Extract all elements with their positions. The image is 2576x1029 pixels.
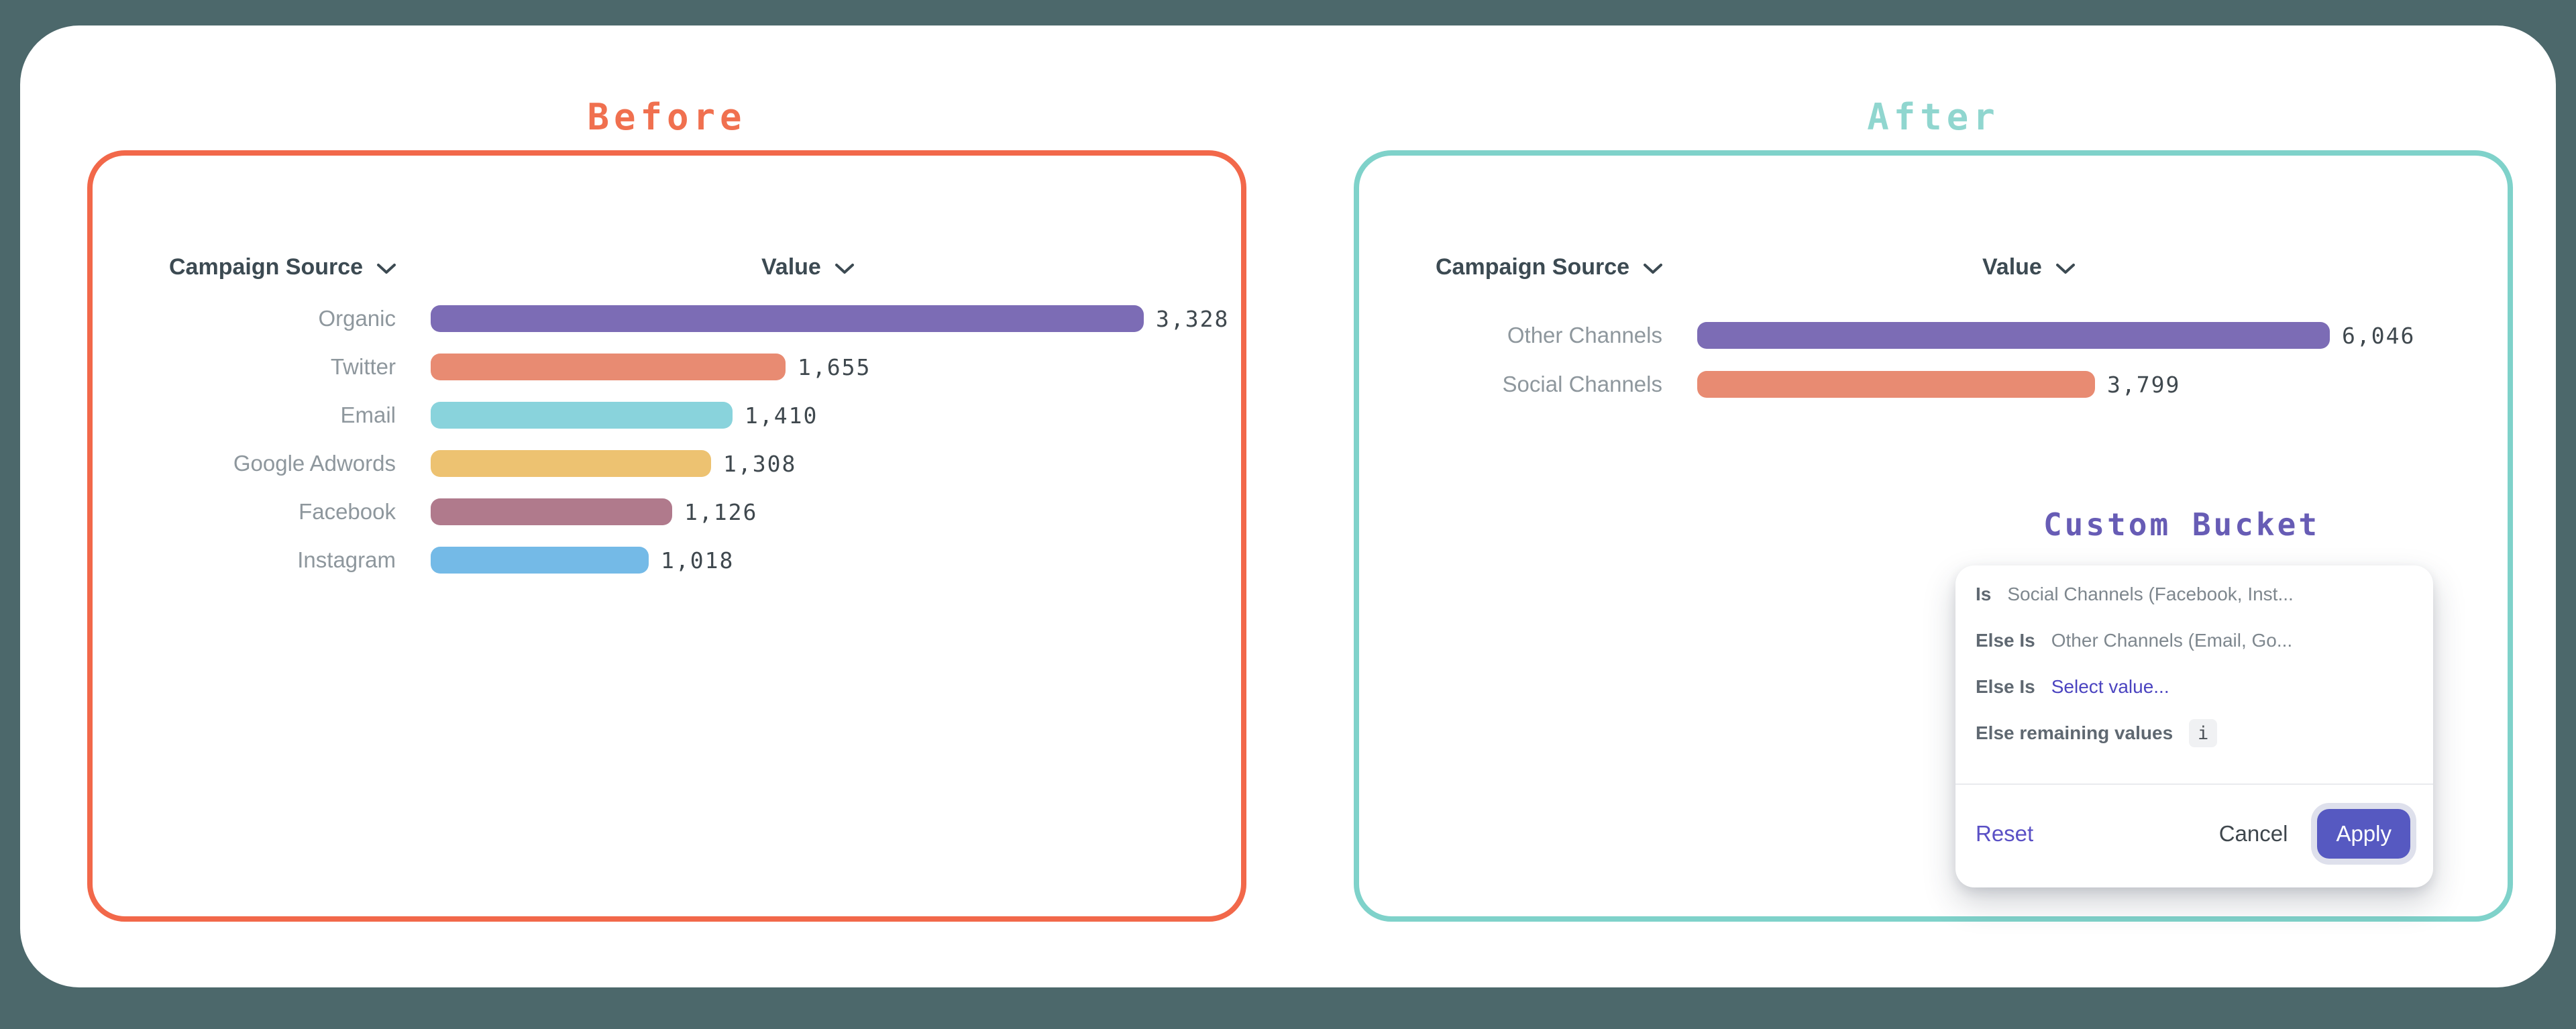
popup-footer: Reset Cancel Apply [1976, 800, 2418, 867]
chevron-down-icon [376, 263, 396, 275]
table-row: Other Channels 6,046 [1359, 311, 2508, 360]
chevron-down-icon [835, 263, 855, 275]
before-title: Before [87, 95, 1246, 140]
row-label: Email [93, 402, 396, 428]
row-label: Social Channels [1359, 372, 1662, 397]
custom-bucket-popup: Is Social Channels (Facebook, Inst... Else… [1955, 565, 2433, 887]
bucket-rule-row: Is Social Channels (Facebook, Inst... [1976, 579, 2416, 610]
cancel-button[interactable]: Cancel [2219, 821, 2288, 847]
custom-bucket-title: Custom Bucket [1980, 503, 2383, 546]
bar[interactable] [431, 402, 733, 429]
bar-value: 1,410 [745, 402, 818, 429]
after-panel: Campaign Source Value Other Channels 6,04… [1354, 150, 2513, 922]
row-label: Organic [93, 306, 396, 331]
popup-footer-divider [1955, 783, 2433, 785]
info-icon[interactable]: i [2189, 719, 2217, 747]
before-panel: Campaign Source Value Organic 3,328 Twitte… [87, 150, 1246, 922]
bar[interactable] [431, 498, 672, 525]
chevron-down-icon [1643, 263, 1663, 275]
bar-value: 1,655 [798, 354, 871, 380]
bar-value: 1,018 [661, 547, 734, 574]
bar[interactable] [1697, 371, 2095, 398]
bar-value: 6,046 [2342, 323, 2415, 349]
content-card: Before After Campaign Source Value Organ… [20, 25, 2556, 987]
bucket-rule-row: Else remaining values i [1976, 718, 2416, 749]
rule-value[interactable]: Other Channels (Email, Go... [2051, 630, 2292, 651]
comparison-screenshot: Before After Campaign Source Value Organ… [0, 0, 2576, 1029]
row-label: Google Adwords [93, 451, 396, 476]
before-dimension-header-label: Campaign Source [169, 251, 363, 283]
table-row: Email 1,410 [93, 391, 1241, 439]
bucket-rule-row: Else Is Other Channels (Email, Go... [1976, 625, 2416, 656]
rule-condition-label: Else remaining values [1976, 722, 2173, 744]
bar-value: 1,308 [723, 451, 796, 477]
after-dimension-header[interactable]: Campaign Source [1436, 251, 1663, 283]
table-row: Facebook 1,126 [93, 488, 1241, 536]
rule-condition-label: Else Is [1976, 676, 2035, 698]
before-measure-header-label: Value [761, 251, 821, 283]
bucket-rules-list: Is Social Channels (Facebook, Inst... Else… [1976, 579, 2416, 764]
table-row: Google Adwords 1,308 [93, 439, 1241, 488]
row-label: Facebook [93, 499, 396, 525]
bar[interactable] [431, 547, 649, 574]
after-dimension-header-label: Campaign Source [1436, 251, 1629, 283]
before-measure-header[interactable]: Value [761, 251, 855, 283]
bar-value: 1,126 [684, 499, 757, 525]
bar[interactable] [431, 354, 786, 380]
rule-value[interactable]: Social Channels (Facebook, Inst... [2007, 584, 2293, 605]
table-row: Social Channels 3,799 [1359, 360, 2508, 409]
rule-condition-label: Else Is [1976, 630, 2035, 651]
after-measure-header[interactable]: Value [1982, 251, 2076, 283]
before-dimension-header[interactable]: Campaign Source [169, 251, 396, 283]
chevron-down-icon [2055, 263, 2076, 275]
apply-button[interactable]: Apply [2317, 809, 2410, 859]
row-label: Instagram [93, 547, 396, 573]
row-label: Twitter [93, 354, 396, 380]
table-row: Instagram 1,018 [93, 536, 1241, 584]
bar[interactable] [431, 450, 711, 477]
select-value-link[interactable]: Select value... [2051, 676, 2169, 698]
after-title: After [1354, 95, 2513, 140]
after-measure-header-label: Value [1982, 251, 2042, 283]
rule-condition-label: Is [1976, 584, 1991, 605]
row-label: Other Channels [1359, 323, 1662, 348]
bar[interactable] [1697, 322, 2330, 349]
table-row: Twitter 1,655 [93, 343, 1241, 391]
reset-button[interactable]: Reset [1976, 821, 2033, 847]
bar[interactable] [431, 305, 1144, 332]
bucket-rule-row: Else Is Select value... [1976, 671, 2416, 702]
bar-value: 3,799 [2107, 372, 2180, 398]
bar-value: 3,328 [1156, 306, 1229, 332]
table-row: Organic 3,328 [93, 294, 1241, 343]
